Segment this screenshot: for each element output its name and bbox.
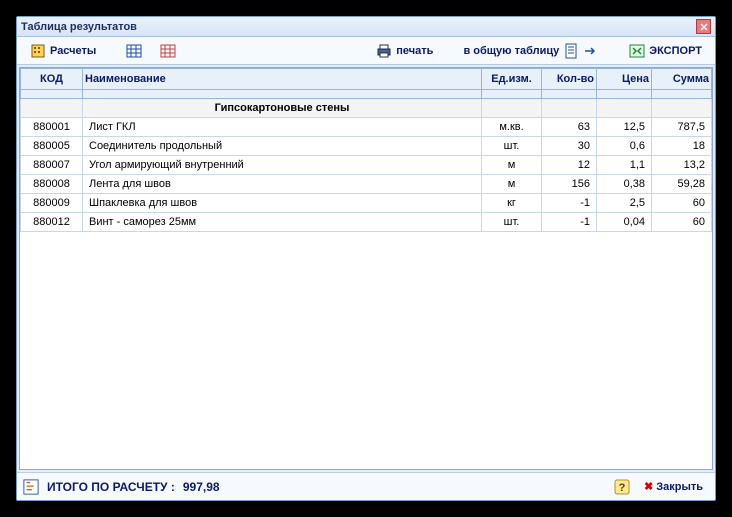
table-container: КОД Наименование Ед.изм. Кол-во Цена Сум… bbox=[19, 67, 713, 470]
cell-qty: 63 bbox=[542, 118, 597, 137]
summary-icon[interactable] bbox=[23, 479, 39, 495]
grid1-button[interactable] bbox=[119, 40, 149, 62]
table-body: Гипсокартоновые стены 880001Лист ГКЛм.кв… bbox=[21, 99, 712, 232]
toolbar: Расчеты печать в общую таблицу bbox=[17, 37, 715, 65]
arrow-right-icon bbox=[583, 43, 599, 59]
cell-qty: -1 bbox=[542, 213, 597, 232]
to-table-button[interactable]: в общую таблицу bbox=[456, 40, 606, 62]
excel-icon bbox=[629, 43, 645, 59]
cell-unit: шт. bbox=[482, 213, 542, 232]
cell-unit: шт. bbox=[482, 137, 542, 156]
table-row[interactable]: 880008Лента для швовм1560,3859,28 bbox=[21, 175, 712, 194]
statusbar: ИТОГО ПО РАСЧЕТУ : 997,98 ? ✖ Закрыть bbox=[17, 472, 715, 500]
table-row[interactable]: 880005Соединитель продольныйшт.300,618 bbox=[21, 137, 712, 156]
header-qty[interactable]: Кол-во bbox=[542, 69, 597, 90]
table-header: КОД Наименование Ед.изм. Кол-во Цена Сум… bbox=[21, 69, 712, 99]
cell-sum: 18 bbox=[652, 137, 712, 156]
results-table: КОД Наименование Ед.изм. Кол-во Цена Сум… bbox=[20, 68, 712, 232]
filter-price[interactable] bbox=[597, 90, 652, 99]
table-row[interactable]: 880012Винт - саморез 25ммшт.-10,0460 bbox=[21, 213, 712, 232]
cell-sum: 60 bbox=[652, 194, 712, 213]
titlebar: Таблица результатов bbox=[17, 17, 715, 37]
cell-name: Шпаклевка для швов bbox=[83, 194, 482, 213]
filter-sum[interactable] bbox=[652, 90, 712, 99]
to-table-label: в общую таблицу bbox=[463, 45, 559, 57]
cell-qty: 30 bbox=[542, 137, 597, 156]
cell-unit: м bbox=[482, 156, 542, 175]
svg-text:?: ? bbox=[619, 482, 626, 494]
calc-button[interactable]: Расчеты bbox=[23, 40, 103, 62]
window-close-button[interactable] bbox=[696, 19, 711, 34]
total-label: ИТОГО ПО РАСЧЕТУ : bbox=[47, 480, 175, 494]
calc-icon bbox=[30, 43, 46, 59]
cell-qty: 12 bbox=[542, 156, 597, 175]
grid-icon bbox=[126, 43, 142, 59]
grid-colored-icon bbox=[160, 43, 176, 59]
cell-name: Лист ГКЛ bbox=[83, 118, 482, 137]
cell-code: 880007 bbox=[21, 156, 83, 175]
header-price[interactable]: Цена bbox=[597, 69, 652, 90]
cell-price: 0,04 bbox=[597, 213, 652, 232]
grid2-button[interactable] bbox=[153, 40, 183, 62]
export-button[interactable]: ЭКСПОРТ bbox=[622, 40, 709, 62]
filter-unit[interactable] bbox=[482, 90, 542, 99]
cell-name: Угол армирующий внутренний bbox=[83, 156, 482, 175]
table-row[interactable]: 880001Лист ГКЛм.кв.6312,5787,5 bbox=[21, 118, 712, 137]
cell-unit: кг bbox=[482, 194, 542, 213]
cell-price: 12,5 bbox=[597, 118, 652, 137]
cell-sum: 787,5 bbox=[652, 118, 712, 137]
header-code[interactable]: КОД bbox=[21, 69, 83, 90]
cell-name: Соединитель продольный bbox=[83, 137, 482, 156]
header-name[interactable]: Наименование bbox=[83, 69, 482, 90]
close-label: Закрыть bbox=[656, 481, 703, 493]
header-sum[interactable]: Сумма bbox=[652, 69, 712, 90]
cell-name: Винт - саморез 25мм bbox=[83, 213, 482, 232]
export-label: ЭКСПОРТ bbox=[649, 45, 702, 57]
header-unit[interactable]: Ед.изм. bbox=[482, 69, 542, 90]
total-value: 997,98 bbox=[183, 480, 220, 494]
close-x-icon: ✖ bbox=[644, 480, 653, 493]
filter-name[interactable] bbox=[83, 90, 482, 99]
cell-qty: 156 bbox=[542, 175, 597, 194]
calc-label: Расчеты bbox=[50, 45, 96, 57]
printer-icon bbox=[376, 43, 392, 59]
cell-sum: 13,2 bbox=[652, 156, 712, 175]
table-row[interactable]: 880009Шпаклевка для швовкг-12,560 bbox=[21, 194, 712, 213]
print-label: печать bbox=[396, 45, 433, 57]
cell-sum: 59,28 bbox=[652, 175, 712, 194]
filter-code[interactable] bbox=[21, 90, 83, 99]
cell-price: 2,5 bbox=[597, 194, 652, 213]
cell-code: 880012 bbox=[21, 213, 83, 232]
cell-code: 880001 bbox=[21, 118, 83, 137]
group-name: Гипсокартоновые стены bbox=[83, 99, 482, 118]
cell-name: Лента для швов bbox=[83, 175, 482, 194]
document-icon bbox=[563, 43, 579, 59]
window-title: Таблица результатов bbox=[21, 21, 137, 33]
cell-price: 0,38 bbox=[597, 175, 652, 194]
close-button[interactable]: ✖ Закрыть bbox=[638, 478, 709, 495]
cell-price: 0,6 bbox=[597, 137, 652, 156]
cell-unit: м.кв. bbox=[482, 118, 542, 137]
results-window: Таблица результатов Расчеты bbox=[16, 16, 716, 501]
cell-sum: 60 bbox=[652, 213, 712, 232]
cell-unit: м bbox=[482, 175, 542, 194]
cell-code: 880005 bbox=[21, 137, 83, 156]
help-icon[interactable]: ? bbox=[614, 479, 630, 495]
table-row[interactable]: 880007Угол армирующий внутреннийм121,113… bbox=[21, 156, 712, 175]
cell-code: 880008 bbox=[21, 175, 83, 194]
cell-price: 1,1 bbox=[597, 156, 652, 175]
print-button[interactable]: печать bbox=[369, 40, 440, 62]
filter-qty[interactable] bbox=[542, 90, 597, 99]
group-row[interactable]: Гипсокартоновые стены bbox=[21, 99, 712, 118]
close-icon bbox=[700, 23, 708, 31]
cell-code: 880009 bbox=[21, 194, 83, 213]
cell-qty: -1 bbox=[542, 194, 597, 213]
